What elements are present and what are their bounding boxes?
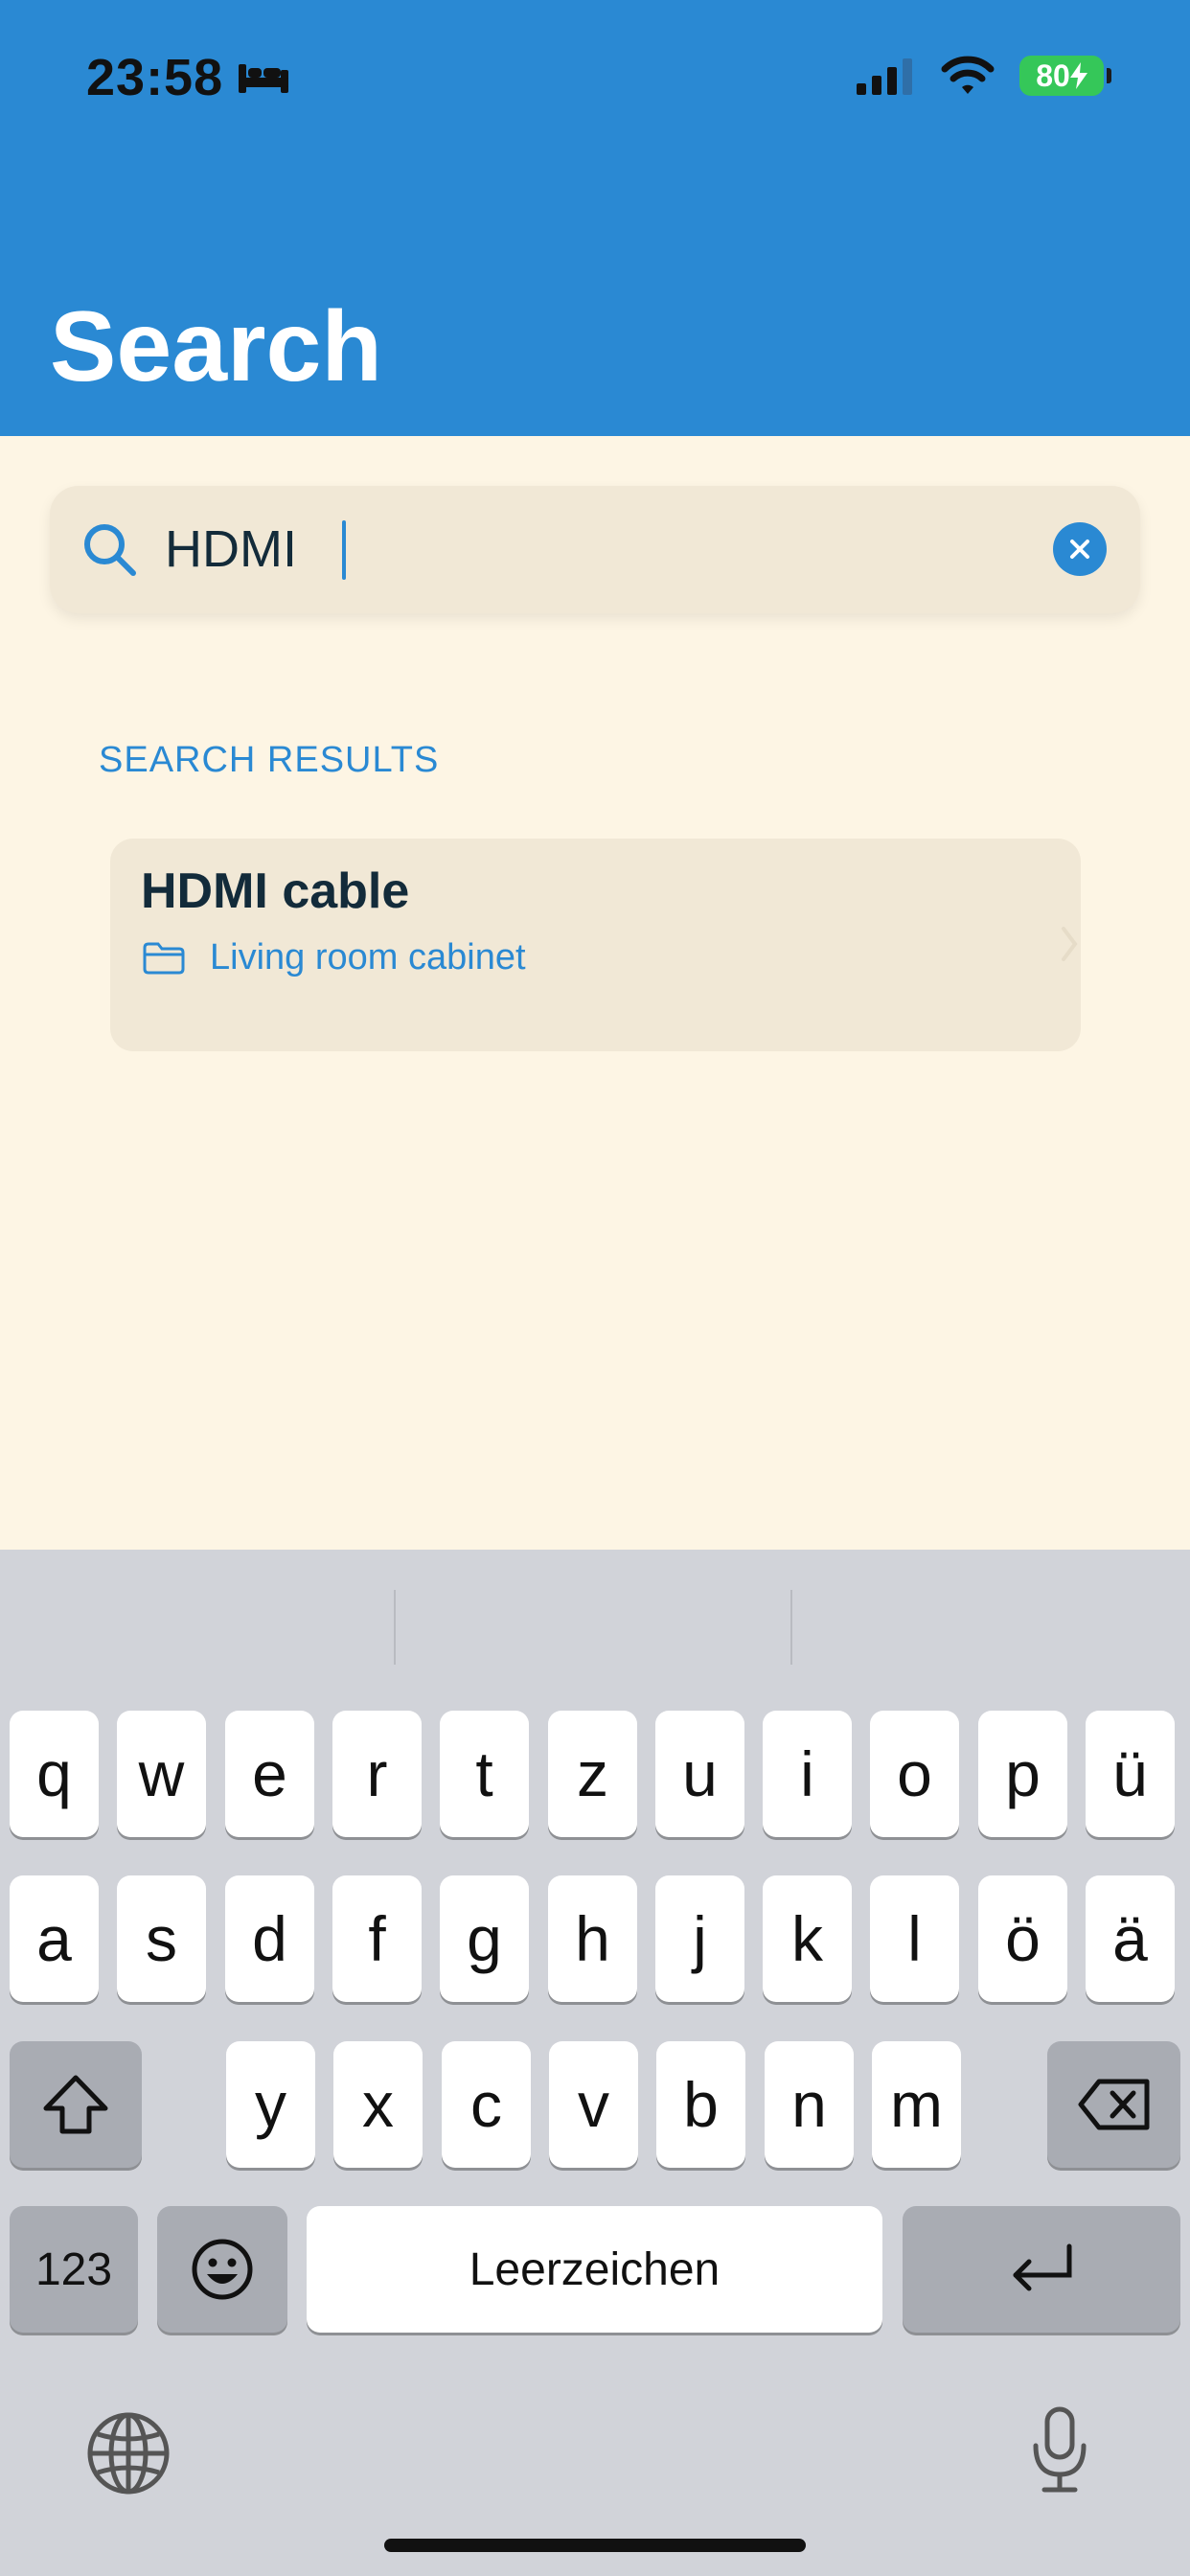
battery-indicator: 80: [1019, 56, 1111, 96]
microphone-icon[interactable]: [1031, 2405, 1088, 2496]
emoji-key[interactable]: [157, 2206, 287, 2333]
result-title: HDMI cable: [141, 863, 410, 919]
key-u[interactable]: u: [655, 1711, 744, 1837]
key-j[interactable]: j: [655, 1875, 744, 2002]
return-key[interactable]: [903, 2206, 1180, 2333]
bed-icon: [239, 64, 289, 93]
key-f[interactable]: f: [332, 1875, 422, 2002]
key-e[interactable]: e: [225, 1711, 314, 1837]
search-icon: [84, 524, 136, 576]
key-x[interactable]: x: [333, 2041, 423, 2168]
home-indicator: [384, 2539, 806, 2552]
key-o[interactable]: o: [870, 1711, 959, 1837]
close-icon: [1070, 540, 1089, 559]
clear-search-button[interactable]: [1053, 522, 1107, 576]
key-ä[interactable]: ä: [1086, 1875, 1175, 2002]
shift-key[interactable]: [10, 2041, 142, 2168]
space-key-label: Leerzeichen: [469, 2243, 721, 2295]
numbers-key[interactable]: 123: [10, 2206, 138, 2333]
delete-key[interactable]: [1047, 2041, 1180, 2168]
key-r[interactable]: r: [332, 1711, 422, 1837]
key-q[interactable]: q: [10, 1711, 99, 1837]
wifi-icon: [941, 56, 995, 94]
emoji-icon: [192, 2239, 253, 2300]
section-header-search-results: SEARCH RESULTS: [99, 740, 440, 780]
key-g[interactable]: g: [440, 1875, 529, 2002]
key-k[interactable]: k: [763, 1875, 852, 2002]
search-result-item[interactable]: HDMI cable Living room cabinet: [110, 839, 1081, 1051]
cellular-signal-icon: [857, 58, 912, 95]
key-c[interactable]: c: [442, 2041, 531, 2168]
folder-icon: [143, 942, 185, 974]
charging-bolt-icon: [1069, 62, 1087, 89]
return-icon: [1013, 2243, 1072, 2291]
key-w[interactable]: w: [117, 1711, 206, 1837]
space-key[interactable]: Leerzeichen: [307, 2206, 882, 2333]
shift-icon: [43, 2075, 108, 2134]
suggestion-divider: [394, 1590, 396, 1665]
status-indicators: 80: [857, 56, 1111, 96]
globe-icon[interactable]: [86, 2411, 171, 2496]
battery-level: 80: [1036, 58, 1070, 93]
backspace-icon: [1078, 2079, 1149, 2130]
key-v[interactable]: v: [549, 2041, 638, 2168]
key-h[interactable]: h: [548, 1875, 637, 2002]
numbers-key-label: 123: [34, 2243, 113, 2295]
status-time-label: 23:58: [86, 49, 224, 106]
key-a[interactable]: a: [10, 1875, 99, 2002]
key-i[interactable]: i: [763, 1711, 852, 1837]
key-ö[interactable]: ö: [978, 1875, 1067, 2002]
result-location: Living room cabinet: [143, 937, 526, 978]
key-p[interactable]: p: [978, 1711, 1067, 1837]
key-z[interactable]: z: [548, 1711, 637, 1837]
key-y[interactable]: y: [226, 2041, 315, 2168]
key-t[interactable]: t: [440, 1711, 529, 1837]
key-m[interactable]: m: [872, 2041, 961, 2168]
key-s[interactable]: s: [117, 1875, 206, 2002]
page-title: Search: [50, 291, 382, 402]
keyboard: 123 Leerzeichen qwertzuiopü asdfghjklöä yx…: [0, 1550, 1190, 2576]
navigation-header: 23:58 80 Search: [0, 0, 1190, 436]
result-location-label: Living room cabinet: [210, 937, 526, 978]
suggestion-divider: [790, 1590, 792, 1665]
search-input[interactable]: [165, 515, 1027, 584]
key-d[interactable]: d: [225, 1875, 314, 2002]
key-b[interactable]: b: [656, 2041, 745, 2168]
status-time: 23:58: [86, 48, 290, 107]
key-ü[interactable]: ü: [1086, 1711, 1175, 1837]
text-caret: [342, 520, 346, 580]
key-n[interactable]: n: [765, 2041, 854, 2168]
key-l[interactable]: l: [870, 1875, 959, 2002]
chevron-right-icon: [1062, 927, 1078, 961]
search-bar[interactable]: [50, 486, 1140, 613]
